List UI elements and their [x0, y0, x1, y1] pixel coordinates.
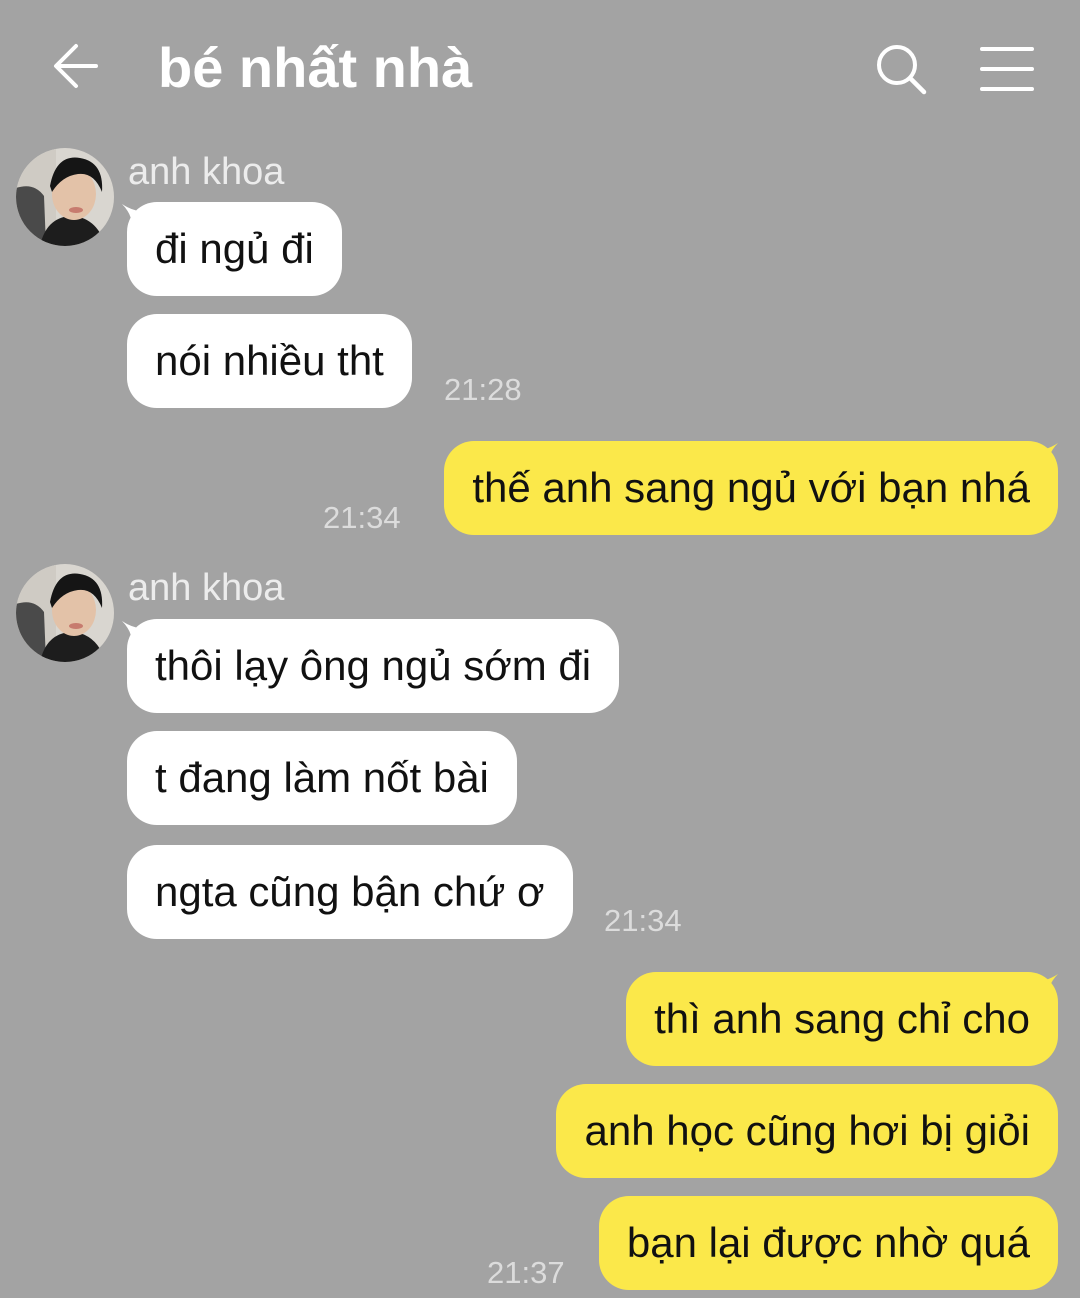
message-bubble-outgoing[interactable]: thế anh sang ngủ với bạn nhá [444, 441, 1058, 535]
hamburger-menu-icon [980, 47, 1034, 91]
message-bubble-incoming[interactable]: t đang làm nốt bài [127, 731, 517, 825]
chat-header: bé nhất nhà [0, 0, 1080, 140]
menu-button[interactable] [974, 36, 1040, 102]
avatar[interactable] [16, 148, 114, 246]
sender-name: anh khoa [128, 151, 285, 193]
message-bubble-incoming[interactable]: đi ngủ đi [127, 202, 342, 296]
avatar[interactable] [16, 564, 114, 662]
message-timestamp: 21:34 [323, 500, 401, 535]
message-bubble-incoming[interactable]: thôi lạy ông ngủ sớm đi [127, 619, 620, 713]
message-bubble-incoming[interactable]: ngta cũng bận chứ ơ [127, 845, 573, 939]
avatar-photo [16, 564, 114, 662]
avatar-photo [16, 148, 114, 246]
sender-name: anh khoa [128, 567, 285, 609]
message-bubble-outgoing[interactable]: anh học cũng hơi bị giỏi [556, 1084, 1058, 1178]
search-button[interactable] [868, 36, 934, 102]
arrow-left-icon [54, 44, 98, 88]
back-button[interactable] [44, 34, 108, 98]
message-bubble-outgoing[interactable]: bạn lại được nhờ quá [598, 1196, 1058, 1290]
message-bubble-outgoing[interactable]: thì anh sang chỉ cho [626, 972, 1058, 1066]
message-timestamp: 21:37 [487, 1255, 565, 1290]
message-timestamp: 21:34 [604, 903, 682, 938]
message-bubble-incoming[interactable]: nói nhiều tht [127, 314, 412, 408]
chat-title: bé nhất nhà [158, 36, 473, 99]
search-icon [877, 45, 927, 95]
message-timestamp: 21:28 [444, 372, 522, 407]
